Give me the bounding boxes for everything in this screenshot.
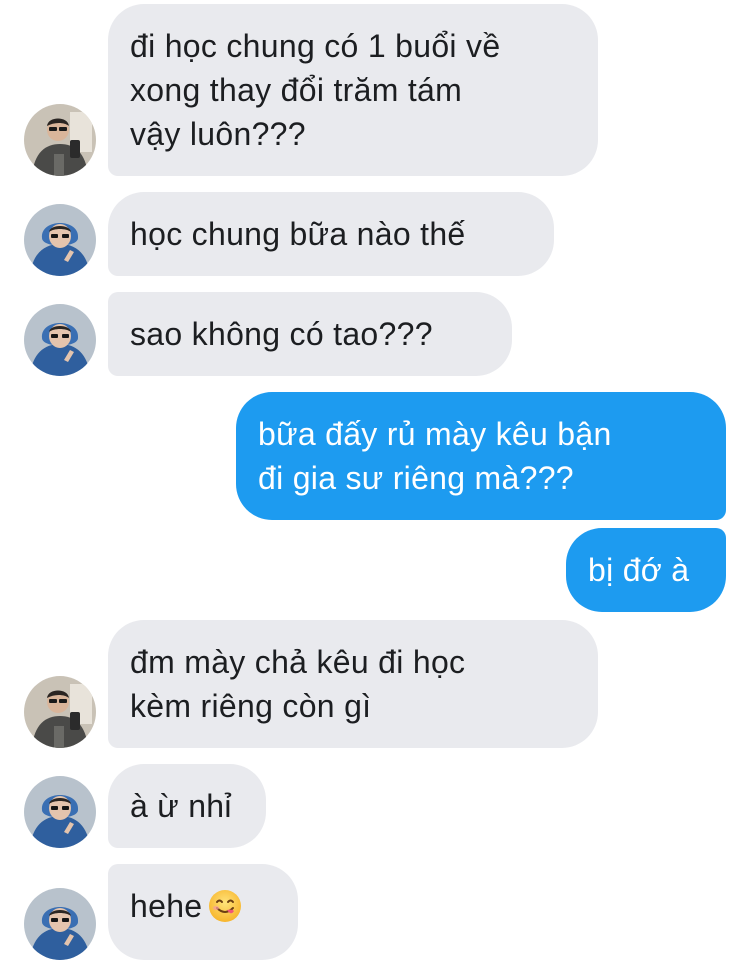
message-line: xong thay đổi trăm tám (130, 72, 463, 108)
message-bubble-incoming[interactable]: đi học chung có 1 buổi về xong thay đổi … (108, 4, 598, 176)
message-line: à ừ nhỉ (130, 788, 232, 824)
message-line: kèm riêng còn gì (130, 688, 372, 724)
message-line: đm mày chả kêu đi học (130, 644, 466, 680)
message-line: bị đớ à (588, 552, 690, 588)
message-bubble-outgoing[interactable]: bị đớ à (566, 528, 726, 612)
yum-face-emoji (209, 890, 242, 922)
message-line: đi gia sư riêng mà??? (258, 460, 574, 496)
avatar-jacket-guy[interactable] (24, 676, 96, 748)
message-line: vậy luôn??? (130, 116, 306, 152)
message-text: hehe (130, 888, 203, 924)
avatar-blue-hoodie-girl[interactable] (24, 776, 96, 848)
message-bubble-incoming[interactable]: đm mày chả kêu đi học kèm riêng còn gì (108, 620, 598, 748)
message-bubble-incoming[interactable]: à ừ nhỉ (108, 764, 266, 848)
avatar-blue-hoodie-girl[interactable] (24, 304, 96, 376)
message-line: đi học chung có 1 buổi về (130, 28, 501, 64)
avatar-blue-hoodie-girl[interactable] (24, 888, 96, 960)
message-line: bữa đấy rủ mày kêu bận (258, 416, 612, 452)
message-line: hehe (130, 884, 276, 928)
message-bubble-incoming[interactable]: học chung bữa nào thế (108, 192, 554, 276)
avatar-jacket-guy[interactable] (24, 104, 96, 176)
message-bubble-incoming[interactable]: hehe (108, 864, 298, 960)
message-bubble-outgoing[interactable]: bữa đấy rủ mày kêu bận đi gia sư riêng m… (236, 392, 726, 520)
message-line: sao không có tao??? (130, 316, 433, 352)
avatar-blue-hoodie-girl[interactable] (24, 204, 96, 276)
message-line: học chung bữa nào thế (130, 216, 466, 252)
message-bubble-incoming[interactable]: sao không có tao??? (108, 292, 512, 376)
